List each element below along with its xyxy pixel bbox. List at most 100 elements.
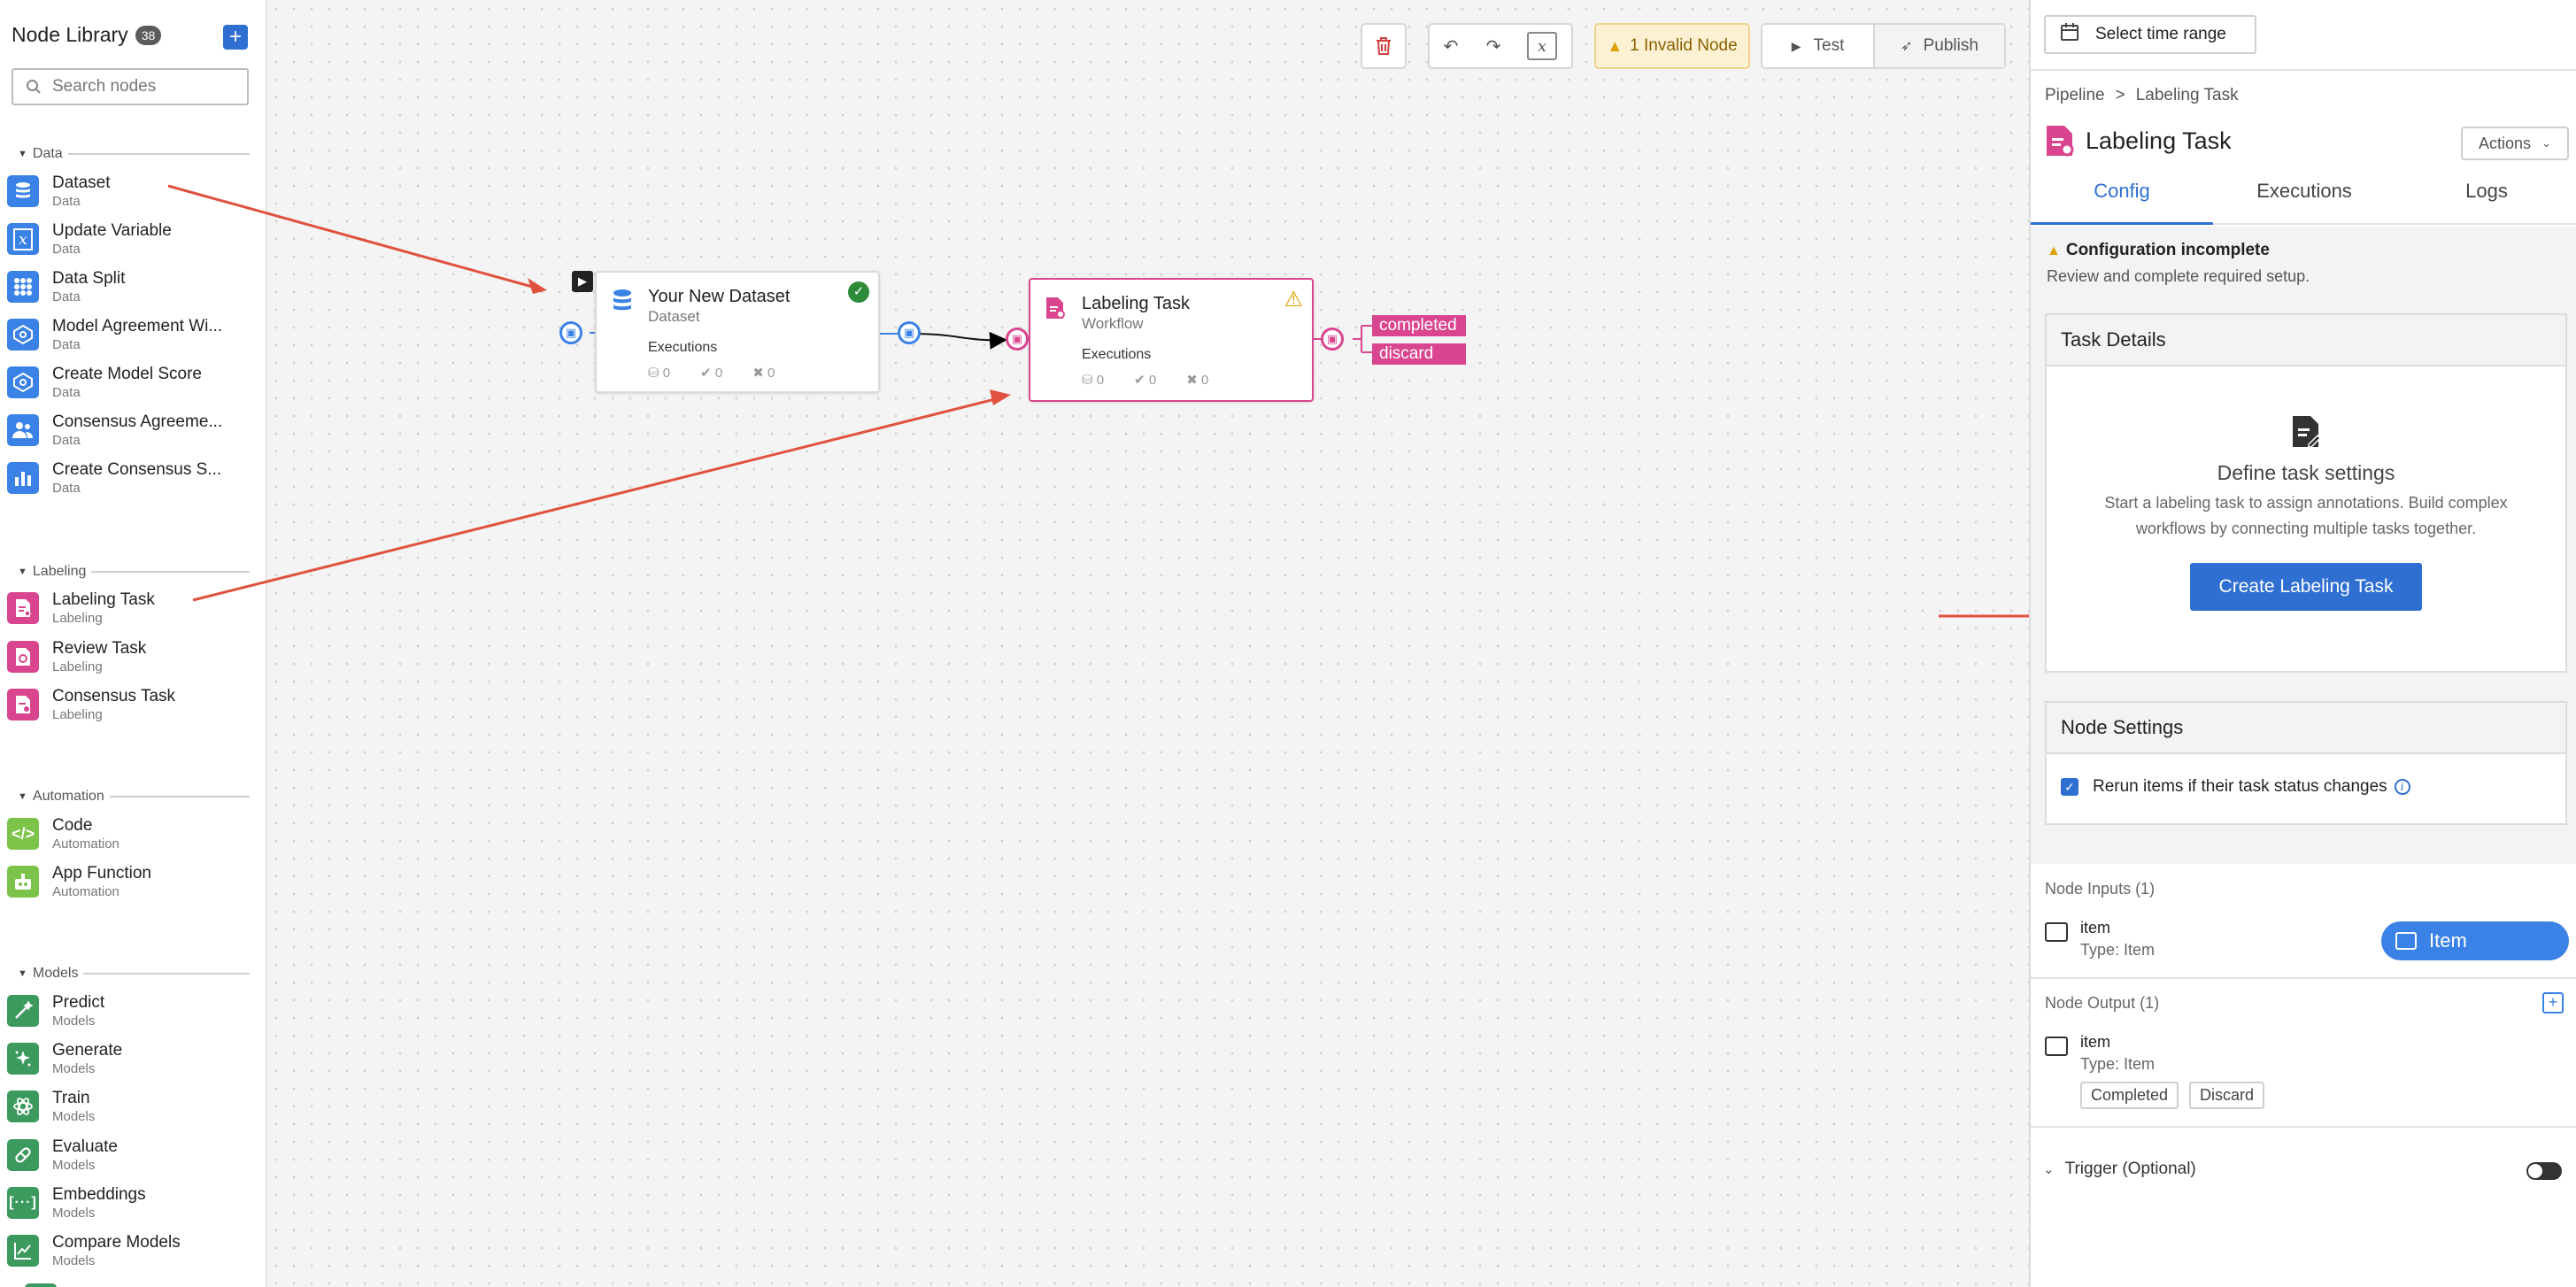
sidebar-item-embeddings[interactable]: [···] Embeddings Models bbox=[7, 1185, 237, 1221]
sidebar-item-labeling-task[interactable]: Labeling Task Labeling bbox=[7, 590, 237, 626]
sidebar-item-predict[interactable]: Predict Models bbox=[7, 993, 237, 1029]
image-icon bbox=[2395, 932, 2417, 950]
sidebar-item-create-model-score[interactable]: Create Model Score Data bbox=[7, 365, 237, 400]
rerun-checkbox[interactable]: ✓ bbox=[2061, 778, 2079, 796]
rerun-setting: ✓ Rerun items if their task status chang… bbox=[2047, 777, 2565, 797]
add-output-button[interactable]: + bbox=[2542, 992, 2564, 1013]
node-category: Data bbox=[52, 242, 81, 257]
section-models-header[interactable]: ▼ Models bbox=[18, 965, 250, 983]
search-icon bbox=[27, 80, 41, 94]
section-models: ▼ Models bbox=[18, 965, 250, 983]
node-name: Embeddings bbox=[52, 1185, 146, 1204]
node-name: Generate bbox=[52, 1041, 123, 1060]
sidebar-item-consensus-agreement[interactable]: Consensus Agreeme... Data bbox=[7, 412, 237, 448]
executions-label: Executions bbox=[1082, 347, 1152, 362]
add-node-button[interactable]: + bbox=[223, 25, 248, 50]
test-label: Test bbox=[1813, 36, 1845, 55]
section-labeling-header[interactable]: ▼ Labeling bbox=[18, 563, 250, 581]
variables-button[interactable]: x bbox=[1527, 32, 1557, 60]
sidebar-item-evaluate[interactable]: Evaluate Models bbox=[7, 1137, 237, 1173]
grid-dots-icon bbox=[7, 271, 39, 303]
task-description: Start a labeling task to assign annotati… bbox=[2104, 494, 2508, 537]
section-automation-header[interactable]: ▼ Automation bbox=[18, 788, 250, 805]
consensus-task-icon bbox=[7, 689, 39, 721]
node-name: App Function bbox=[52, 864, 151, 882]
labeling-output-port[interactable]: ▣ bbox=[1321, 328, 1344, 351]
stat-queued: ⛁ 0 bbox=[648, 366, 671, 381]
node-details-panel: Select time range Pipeline > Labeling Task… bbox=[2029, 0, 2576, 1287]
more-model-icon bbox=[25, 1283, 57, 1287]
node-name: Labeling Task bbox=[52, 590, 155, 609]
node-name: Create Model Score bbox=[52, 365, 202, 383]
output-completed-tag[interactable]: completed bbox=[1372, 315, 1466, 336]
sidebar-item-data-split[interactable]: Data Split Data bbox=[7, 269, 237, 304]
tab-executions[interactable]: Executions bbox=[2213, 173, 2395, 223]
sidebar-item-update-variable[interactable]: x Update Variable Data bbox=[7, 221, 237, 257]
pill-icon bbox=[7, 1139, 39, 1171]
alert-title: Configuration incomplete bbox=[2065, 241, 2270, 259]
database-icon bbox=[7, 175, 39, 207]
sidebar-item-generate[interactable]: Generate Models bbox=[7, 1041, 237, 1076]
node-category: Data bbox=[52, 385, 81, 400]
warning-icon: ▲ bbox=[2047, 243, 2061, 258]
canvas-connections bbox=[590, 325, 1372, 353]
execution-stats: ⛁ 0 ✔ 0 ✖ 0 bbox=[648, 365, 805, 381]
atom-icon bbox=[7, 1090, 39, 1122]
actions-dropdown[interactable]: Actions ⌄ bbox=[2461, 127, 2569, 160]
node-name: Data Split bbox=[52, 269, 126, 288]
image-icon bbox=[2045, 1037, 2068, 1056]
sidebar-item-model-agreement[interactable]: Model Agreement Wi... Data bbox=[7, 317, 237, 352]
search-nodes-box[interactable] bbox=[12, 68, 249, 105]
review-task-icon bbox=[7, 641, 39, 673]
trigger-toggle[interactable] bbox=[2526, 1162, 2562, 1180]
sidebar-item-train[interactable]: Train Models bbox=[7, 1089, 237, 1124]
sparkles-icon bbox=[7, 1043, 39, 1075]
breadcrumb-pipeline[interactable]: Pipeline bbox=[2045, 86, 2105, 104]
run-handle[interactable]: ▶ bbox=[572, 271, 593, 292]
caret-down-icon: ▼ bbox=[18, 968, 27, 979]
info-icon[interactable]: i bbox=[2394, 779, 2410, 795]
invalid-node-badge[interactable]: ▲ 1 Invalid Node bbox=[1594, 23, 1750, 69]
stat-failed: ✖ 0 bbox=[1186, 373, 1209, 388]
node-output-label: Node Output (1) bbox=[2045, 994, 2160, 1012]
redo-button[interactable]: ↷ bbox=[1472, 25, 1515, 67]
panel-title: Labeling Task bbox=[2086, 127, 2232, 154]
pipeline-canvas[interactable]: ↶ ↷ x ▲ 1 Invalid Node ▶ Test ➶ Publish ▶ … bbox=[167, 0, 2176, 1287]
output-discard-tag[interactable]: discard bbox=[1372, 343, 1466, 365]
dataset-output-port[interactable]: ▣ bbox=[898, 321, 921, 344]
rerun-label: Rerun items if their task status changes bbox=[2093, 777, 2387, 796]
redo-icon: ↷ bbox=[1485, 36, 1501, 57]
sidebar-item-code[interactable]: </> Code Automation bbox=[7, 816, 237, 852]
node-title: Labeling Task bbox=[1082, 294, 1190, 313]
trigger-section-toggle[interactable]: ⌄ Trigger (Optional) bbox=[2043, 1160, 2196, 1179]
sidebar-item-create-consensus-score[interactable]: Create Consensus S... Data bbox=[7, 460, 237, 496]
node-name: Predict bbox=[52, 993, 105, 1012]
delete-button[interactable] bbox=[1362, 25, 1405, 67]
chip-completed: Completed bbox=[2080, 1082, 2179, 1109]
caret-down-icon: ▼ bbox=[18, 566, 27, 577]
tab-logs[interactable]: Logs bbox=[2395, 173, 2576, 223]
section-data-header[interactable]: ▼ Data bbox=[18, 145, 250, 163]
tab-config[interactable]: Config bbox=[2031, 173, 2213, 225]
play-icon: ▶ bbox=[578, 274, 587, 288]
dataset-input-port[interactable]: ▣ bbox=[559, 321, 582, 344]
sidebar-item-app-function[interactable]: App Function Automation bbox=[7, 864, 237, 899]
create-labeling-task-button[interactable]: Create Labeling Task bbox=[2190, 563, 2422, 611]
sidebar-item-dataset[interactable]: Dataset Data bbox=[7, 173, 237, 209]
test-button[interactable]: ▶ Test bbox=[1762, 25, 1876, 67]
node-category: Models bbox=[52, 1158, 96, 1173]
stat-success: ✔ 0 bbox=[700, 366, 723, 381]
search-nodes-input[interactable] bbox=[52, 77, 229, 96]
undo-button[interactable]: ↶ bbox=[1430, 25, 1472, 67]
warning-icon: ▲ bbox=[1607, 36, 1623, 55]
labeling-task-node[interactable]: Labeling Task Workflow Executions ⛁ 0 ✔ … bbox=[1029, 278, 1314, 402]
input-item-pill[interactable]: Item bbox=[2381, 921, 2569, 960]
dataset-node[interactable]: Your New Dataset Dataset Executions ⛁ 0 … bbox=[595, 271, 880, 393]
sidebar-item-compare-models[interactable]: Compare Models Models bbox=[7, 1233, 237, 1268]
sidebar-item-review-task[interactable]: Review Task Labeling bbox=[7, 639, 237, 674]
time-range-picker[interactable]: Select time range bbox=[2044, 15, 2256, 54]
publish-button[interactable]: ➶ Publish bbox=[1875, 25, 2004, 67]
database-icon bbox=[611, 289, 636, 313]
sidebar-item-consensus-task[interactable]: Consensus Task Labeling bbox=[7, 687, 237, 722]
labeling-input-port[interactable]: ▣ bbox=[1006, 328, 1029, 351]
